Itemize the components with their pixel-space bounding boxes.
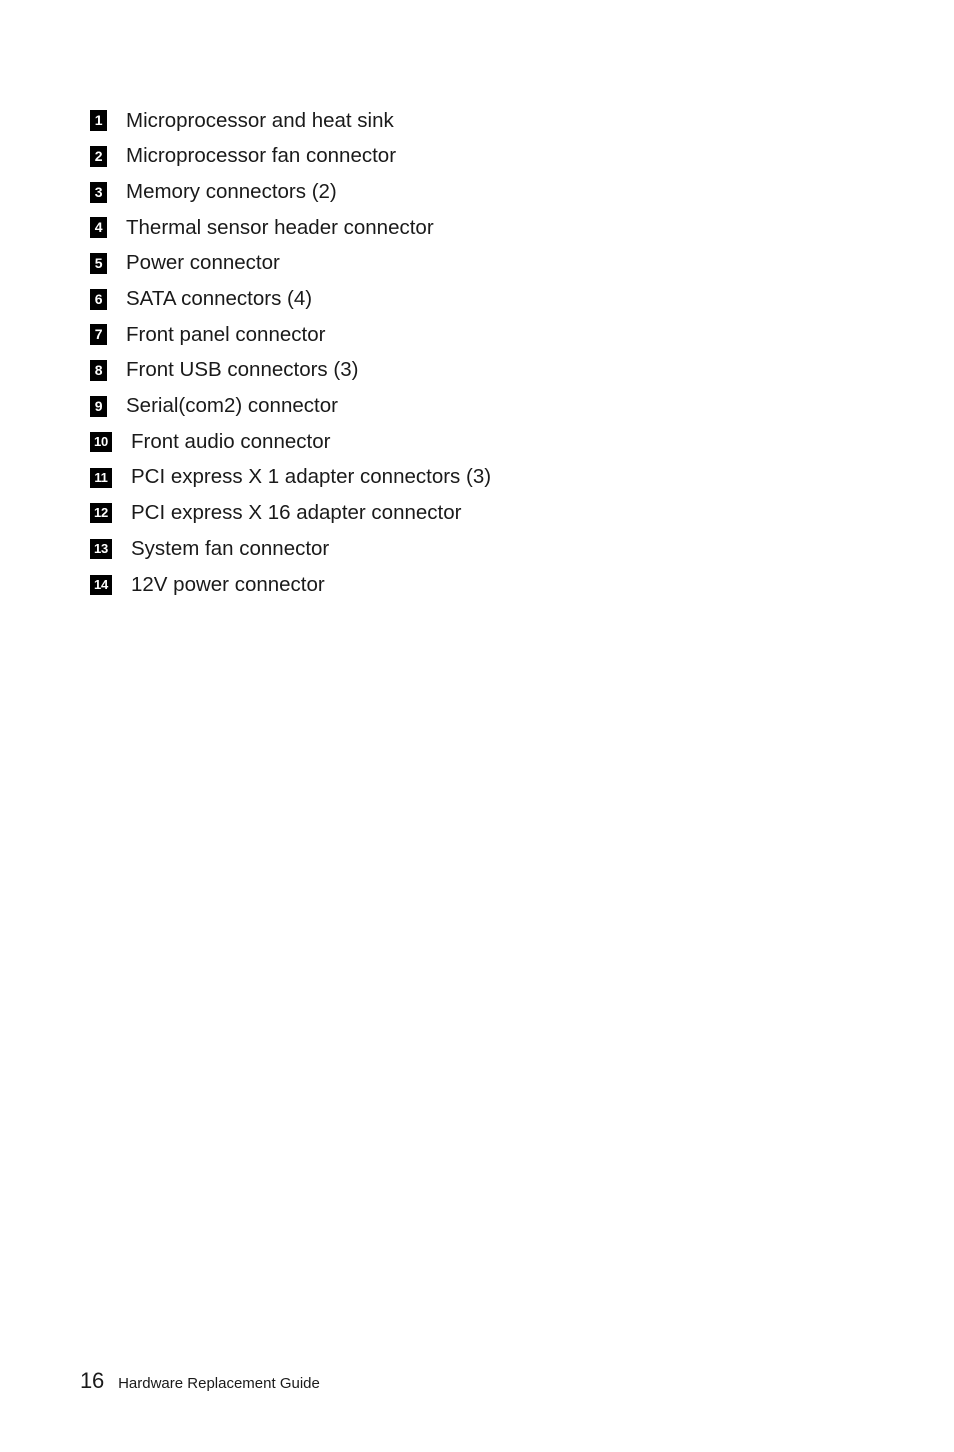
- legend-item-label: PCI express X 16 adapter connector: [131, 501, 462, 525]
- legend-item-label: SATA connectors (4): [126, 287, 313, 311]
- legend-item: 6 SATA connectors (4): [90, 281, 491, 317]
- legend-item-label: 12V power connector: [131, 572, 325, 596]
- legend-item-label: Front audio connector: [131, 429, 331, 453]
- callout-number-badge: 8: [90, 360, 107, 382]
- callout-number-badge: 13: [90, 539, 112, 560]
- callout-number-badge: 3: [90, 181, 107, 203]
- legend-item: 11 PCI express X 1 adapter connectors (3): [90, 460, 491, 496]
- legend-item: 3 Memory connectors (2): [90, 174, 491, 210]
- legend-item: 12 PCI express X 16 adapter connector: [90, 496, 491, 532]
- guide-title: Hardware Replacement Guide: [118, 1375, 320, 1392]
- legend-item: 7 Front panel connector: [90, 317, 491, 353]
- callout-number-badge: 14: [90, 574, 112, 595]
- legend-item: 8 Front USB connectors (3): [90, 353, 491, 389]
- legend-item-label: Front panel connector: [126, 322, 326, 346]
- legend-item: 9 Serial(com2) connector: [90, 389, 491, 425]
- callout-number-badge: 12: [90, 503, 112, 524]
- callout-number-badge: 7: [90, 324, 107, 346]
- callout-number-badge: 1: [90, 110, 107, 132]
- page-number: 16: [80, 1368, 105, 1393]
- legend-item-label: Microprocessor and heat sink: [126, 108, 394, 132]
- page-footer: 16 Hardware Replacement Guide: [80, 1370, 320, 1392]
- callout-number-badge: 10: [90, 432, 112, 453]
- callout-number-badge: 11: [90, 467, 112, 488]
- callout-number-badge: 4: [90, 217, 107, 239]
- legend-item: 10 Front audio connector: [90, 424, 491, 460]
- callout-number-badge: 5: [90, 253, 107, 275]
- legend-item-label: Serial(com2) connector: [126, 394, 338, 418]
- legend-item-label: Thermal sensor header connector: [126, 215, 434, 239]
- legend-item: 13 System fan connector: [90, 531, 491, 567]
- legend-item-label: Memory connectors (2): [126, 179, 337, 203]
- legend-item-label: Front USB connectors (3): [126, 358, 359, 382]
- legend-item: 4 Thermal sensor header connector: [90, 210, 491, 246]
- legend-item-label: Microprocessor fan connector: [126, 144, 397, 168]
- motherboard-callout-legend: 1 Microprocessor and heat sink 2 Microproce…: [90, 103, 491, 603]
- legend-item: 5 Power connector: [90, 246, 491, 282]
- legend-item: 1 Microprocessor and heat sink: [90, 103, 491, 139]
- callout-number-badge: 9: [90, 395, 107, 417]
- legend-item-label: System fan connector: [131, 536, 330, 560]
- legend-item: 14 12V power connector: [90, 567, 491, 603]
- legend-item-label: Power connector: [126, 251, 280, 275]
- callout-number-badge: 6: [90, 288, 107, 310]
- callout-number-badge: 2: [90, 146, 107, 168]
- legend-item-label: PCI express X 1 adapter connectors (3): [131, 465, 492, 489]
- legend-item: 2 Microprocessor fan connector: [90, 139, 491, 175]
- document-page: 1 Microprocessor and heat sink 2 Microproce…: [0, 0, 954, 1452]
